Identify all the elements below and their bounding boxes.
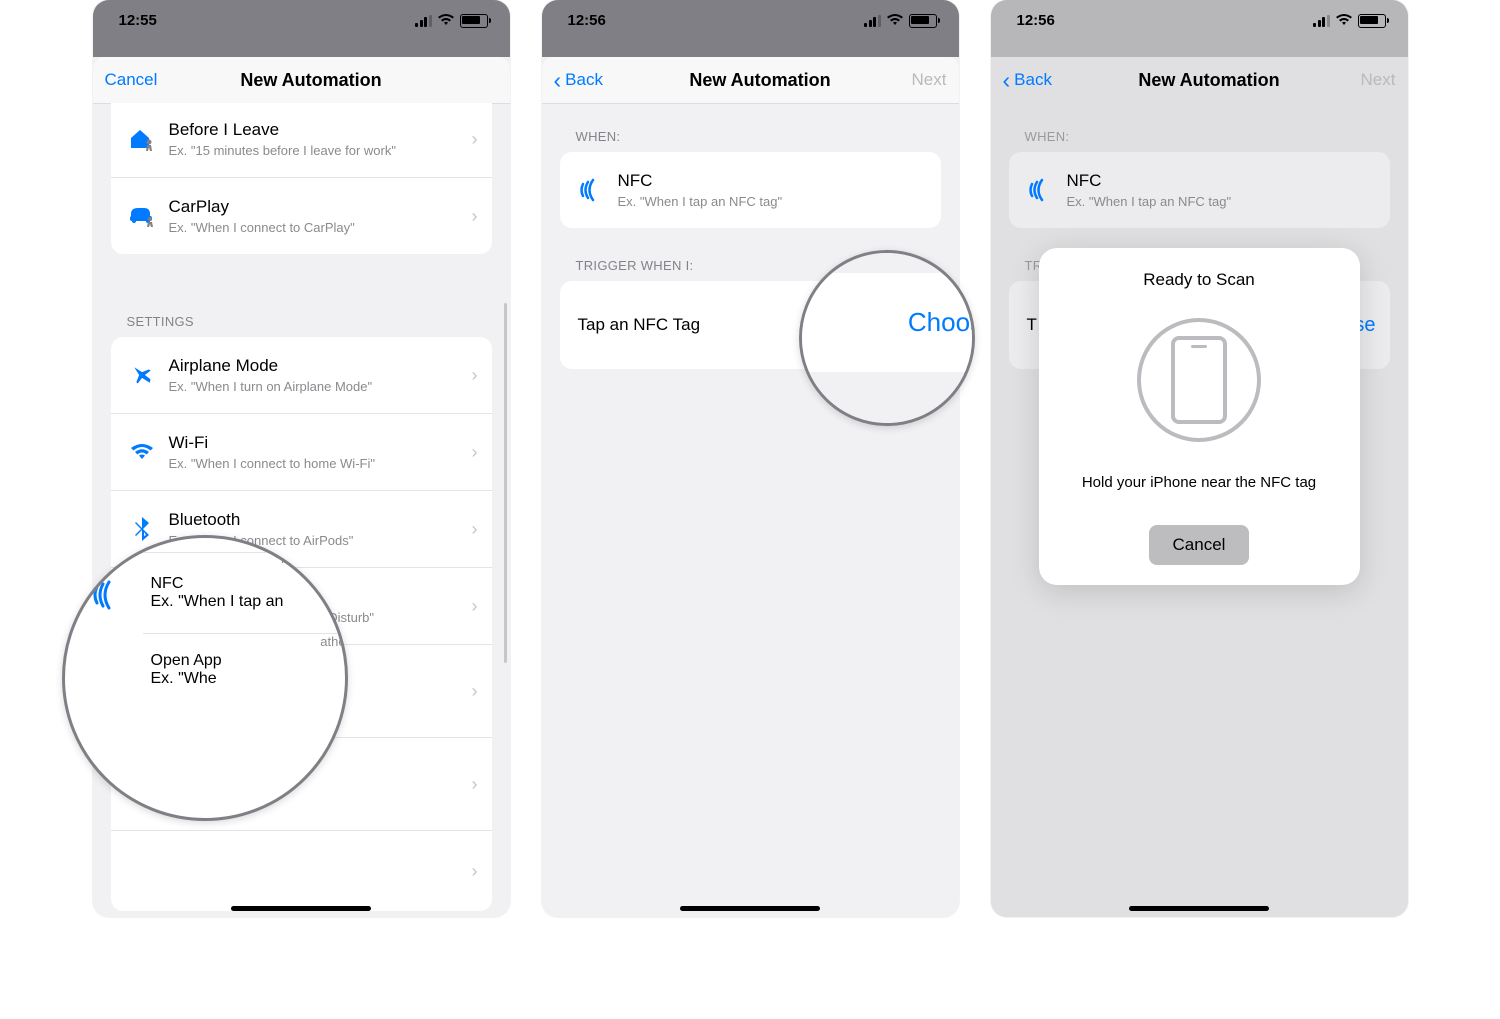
section-label-when: WHEN: — [542, 103, 959, 152]
phone-screen-3: 12:56 ‹Back New Automation Next WHEN: NF… — [991, 0, 1408, 917]
phone-outline-icon — [1171, 336, 1227, 424]
trigger-open-app[interactable]: › — [111, 830, 492, 911]
status-time: 12:56 — [568, 12, 606, 29]
nfc-scan-sheet: Ready to Scan Hold your iPhone near the … — [1039, 248, 1360, 585]
row-title: Bluetooth — [169, 510, 472, 530]
scan-animation-icon — [1137, 318, 1261, 442]
row-subtitle: Ex. "When I turn on Airplane Mode" — [169, 379, 472, 394]
row-title: Wi-Fi — [169, 433, 472, 453]
cellular-signal-icon — [1313, 15, 1330, 27]
row-title: Airplane Mode — [169, 356, 472, 376]
battery-icon — [909, 14, 937, 28]
home-indicator[interactable] — [680, 906, 820, 911]
nav-title: New Automation — [689, 70, 830, 91]
nav-bar: ‹Back New Automation Next — [542, 57, 959, 104]
wifi-icon — [438, 15, 454, 27]
trigger-before-i-leave[interactable]: Before I Leave Ex. "15 minutes before I … — [111, 103, 492, 177]
nfc-icon — [574, 176, 608, 204]
status-time: 12:56 — [1017, 12, 1055, 29]
chevron-right-icon: › — [472, 596, 478, 617]
chevron-left-icon: ‹ — [1003, 69, 1011, 92]
cellular-signal-icon — [415, 15, 432, 27]
chevron-right-icon: › — [472, 129, 478, 150]
sheet-cancel-button[interactable]: Cancel — [1149, 525, 1250, 565]
row-title: NFC — [1067, 171, 1376, 191]
row-subtitle: Ex. "When I connect to CarPlay" — [169, 220, 472, 235]
chevron-right-icon: › — [472, 442, 478, 463]
wifi-icon — [125, 442, 159, 462]
row-title: NFC — [151, 575, 348, 593]
trigger-wifi[interactable]: Wi-Fi Ex. "When I connect to home Wi-Fi"… — [111, 413, 492, 490]
trigger-carplay[interactable]: CarPlay Ex. "When I connect to CarPlay" … — [111, 177, 492, 254]
chevron-left-icon: ‹ — [554, 69, 562, 92]
when-nfc-row: NFC Ex. "When I tap an NFC tag" — [560, 152, 941, 228]
home-indicator[interactable] — [1129, 906, 1269, 911]
status-icons — [415, 14, 488, 28]
row-subtitle: Ex. "When I tap an NFC tag" — [618, 194, 927, 209]
battery-icon — [460, 14, 488, 28]
cellular-signal-icon — [864, 15, 881, 27]
nav-title: New Automation — [1138, 70, 1279, 91]
chevron-right-icon: › — [472, 365, 478, 386]
row-subtitle: Ex. "15 minutes before I leave for work" — [169, 143, 472, 158]
magnifier-callout-choose: Choose — [799, 250, 975, 426]
next-button-disabled: Next — [896, 70, 946, 90]
status-bar: 12:55 — [93, 0, 510, 42]
carplay-icon — [125, 204, 159, 228]
section-label-when: WHEN: — [991, 103, 1408, 152]
content: WHEN: NFC Ex. "When I tap an NFC tag" TR… — [542, 103, 959, 917]
chevron-right-icon: › — [472, 861, 478, 882]
battery-icon — [1358, 14, 1386, 28]
trigger-airplane-mode[interactable]: Airplane Mode Ex. "When I turn on Airpla… — [111, 337, 492, 413]
chevron-right-icon: › — [472, 519, 478, 540]
when-nfc-row: NFC Ex. "When I tap an NFC tag" — [1009, 152, 1390, 228]
wifi-icon — [887, 15, 903, 27]
scroll-indicator — [504, 303, 507, 663]
magnifier-callout-nfc: Low Pow Ex. "When I turNFC Power Mode" N… — [62, 535, 348, 821]
row-subtitle: Ex. "When I connect to home Wi-Fi" — [169, 456, 472, 471]
back-button[interactable]: ‹Back — [554, 69, 624, 92]
next-button-disabled: Next — [1345, 70, 1395, 90]
home-leave-icon — [125, 126, 159, 152]
wifi-icon — [1336, 15, 1352, 27]
cancel-button[interactable]: Cancel — [105, 70, 175, 90]
back-button[interactable]: ‹Back — [1003, 69, 1073, 92]
nav-title: New Automation — [240, 70, 381, 91]
choose-button-magnified: Choose — [908, 307, 975, 338]
row-subtitle: Ex. "When I tap an NFC tag" — [1067, 194, 1376, 209]
nav-bar: ‹Back New Automation Next — [991, 57, 1408, 104]
status-icons — [1313, 14, 1386, 28]
chevron-right-icon: › — [472, 681, 478, 702]
nfc-icon — [91, 577, 127, 613]
nav-bar: Cancel New Automation — [93, 57, 510, 104]
status-time: 12:55 — [119, 12, 157, 29]
nfc-icon — [1023, 176, 1057, 204]
home-indicator[interactable] — [231, 906, 371, 911]
status-bar: 12:56 — [542, 0, 959, 42]
chevron-right-icon: › — [472, 774, 478, 795]
row-title: CarPlay — [169, 197, 472, 217]
row-title: Open App — [151, 652, 348, 670]
row-title: Before I Leave — [169, 120, 472, 140]
sheet-message: Hold your iPhone near the NFC tag — [1057, 474, 1342, 491]
status-icons — [864, 14, 937, 28]
sheet-title: Ready to Scan — [1057, 270, 1342, 290]
chevron-right-icon: › — [472, 206, 478, 227]
status-bar: 12:56 — [991, 0, 1408, 42]
section-label-settings: SETTINGS — [93, 254, 510, 337]
airplane-icon — [125, 362, 159, 388]
row-title: NFC — [618, 171, 927, 191]
phone-screen-2: 12:56 ‹Back New Automation Next WHEN: NF… — [542, 0, 959, 917]
